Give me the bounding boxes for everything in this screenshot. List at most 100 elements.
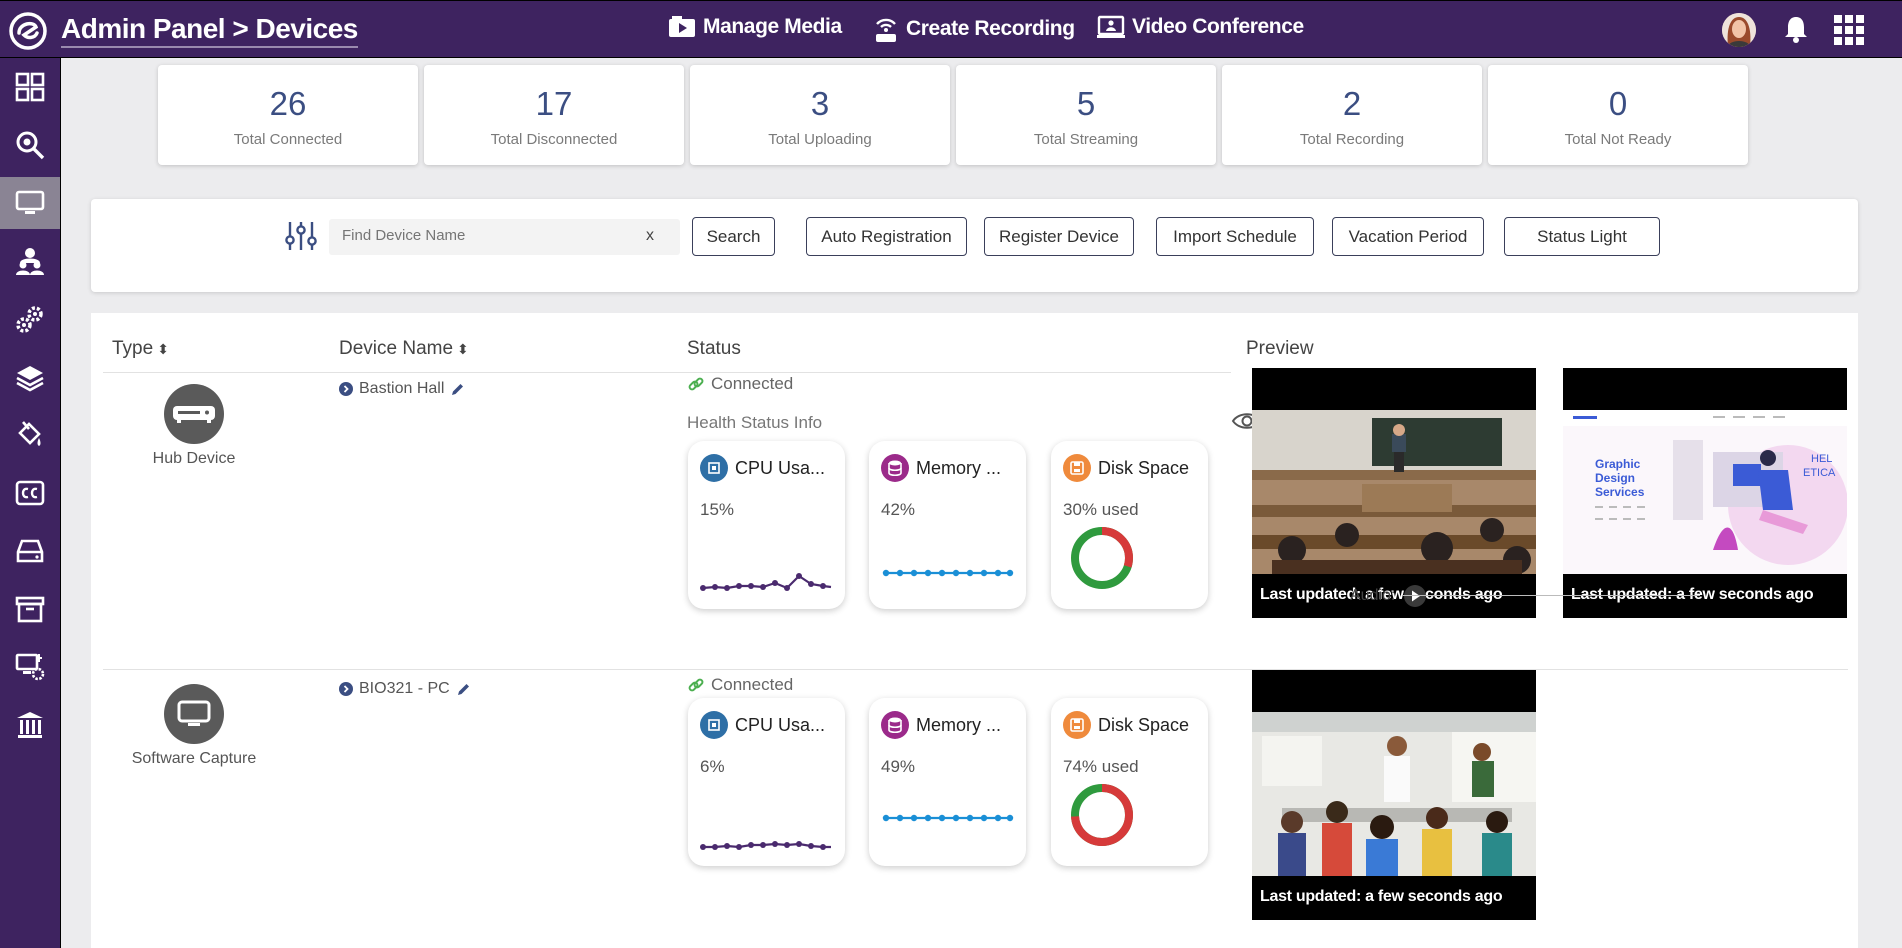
filter-sliders-icon[interactable]	[285, 221, 317, 251]
cpu-sparkline	[700, 573, 832, 591]
media-icon	[669, 16, 695, 37]
column-header-type[interactable]: Type ⬍	[112, 338, 169, 360]
stat-label: Total Disconnected	[490, 131, 618, 148]
video-conference-link[interactable]: Video Conference	[1097, 15, 1304, 39]
device-name-link[interactable]: Bastion Hall	[339, 380, 465, 398]
disk-space-card[interactable]: Disk Space 30% used	[1051, 441, 1208, 609]
card-title: Disk Space	[1098, 457, 1190, 478]
status-light-button[interactable]: Status Light	[1504, 217, 1660, 256]
stat-label: Total Connected	[233, 131, 343, 148]
create-recording-link[interactable]: Create Recording	[873, 15, 1075, 43]
search-input[interactable]	[342, 227, 642, 244]
card-title: Disk Space	[1098, 714, 1190, 735]
sidebar-item-archive[interactable]	[0, 583, 60, 635]
auto-registration-button[interactable]: Auto Registration	[806, 217, 967, 256]
conference-icon	[1097, 15, 1125, 38]
sidebar-item-theme[interactable]	[0, 409, 60, 461]
sidebar-item-storage[interactable]	[0, 525, 60, 577]
disk-value: 30% used	[1063, 500, 1139, 519]
header-divider	[103, 372, 1231, 373]
memory-value: 49%	[881, 757, 916, 776]
users-icon	[16, 248, 44, 275]
edit-pencil-icon[interactable]	[456, 682, 471, 697]
memory-usage-card[interactable]: Memory ... 49%	[869, 698, 1026, 866]
sidebar-item-locations[interactable]	[0, 699, 60, 751]
stat-total-streaming[interactable]: 5 Total Streaming	[956, 65, 1216, 165]
building-icon	[17, 712, 43, 738]
stat-value: 3	[810, 85, 830, 122]
card-title: Memory ...	[916, 714, 1002, 735]
page-title[interactable]: Admin Panel > Devices	[61, 13, 358, 48]
audio-progress-track[interactable]	[1403, 595, 1700, 596]
disk-space-card[interactable]: Disk Space 74% used	[1051, 698, 1208, 866]
sidebar-item-devices[interactable]	[0, 177, 60, 229]
stat-total-recording[interactable]: 2 Total Recording	[1222, 65, 1482, 165]
status-text: Connected	[711, 374, 794, 393]
preview-camera[interactable]: Last updated: a few seconds ago	[1252, 670, 1536, 920]
device-name-link[interactable]: BIO321 - PC	[339, 680, 471, 698]
search-icon	[16, 131, 45, 160]
cpu-usage-card[interactable]: CPU Usa... 6%	[688, 698, 845, 866]
sidebar-item-dashboard[interactable]	[0, 61, 60, 113]
search-box: x	[329, 219, 680, 255]
stat-total-not-ready[interactable]: 0 Total Not Ready	[1488, 65, 1748, 165]
memory-value: 42%	[881, 500, 916, 519]
sidebar-item-search[interactable]	[0, 119, 60, 171]
apps-grid-icon[interactable]	[1834, 15, 1864, 45]
device-type-label: Hub Device	[152, 450, 236, 467]
device-settings-icon	[15, 653, 45, 681]
preview-camera[interactable]: Last updated: a few seconds ago	[1252, 368, 1536, 618]
svg-text:Services: Services	[1595, 485, 1645, 499]
import-schedule-button[interactable]: Import Schedule	[1156, 217, 1314, 256]
sort-icon[interactable]: ⬍	[457, 341, 469, 357]
lecture-hall-image	[1252, 410, 1536, 574]
cpu-usage-card[interactable]: CPU Usa... 15%	[688, 441, 845, 609]
monitor-icon	[15, 190, 45, 214]
edit-pencil-icon[interactable]	[450, 382, 465, 397]
sidebar-item-layers[interactable]	[0, 351, 60, 403]
logo-icon[interactable]	[8, 11, 48, 51]
row-divider	[103, 669, 1848, 670]
stat-value: 2	[1342, 85, 1362, 122]
clear-search-button[interactable]: x	[646, 227, 654, 245]
vacation-period-button[interactable]: Vacation Period	[1332, 217, 1484, 256]
video-conference-label: Video Conference	[1132, 15, 1304, 38]
audio-player: Audio:	[1350, 584, 1427, 608]
column-header-device-name[interactable]: Device Name ⬍	[339, 338, 469, 360]
sidebar-item-users[interactable]	[0, 235, 60, 287]
stat-total-uploading[interactable]: 3 Total Uploading	[690, 65, 950, 165]
sidebar-item-device-settings[interactable]	[0, 641, 60, 693]
register-device-button[interactable]: Register Device	[984, 217, 1134, 256]
sidebar-item-captions[interactable]	[0, 467, 60, 519]
column-header-preview: Preview	[1246, 338, 1314, 359]
software-capture-icon	[164, 684, 224, 744]
stat-total-disconnected[interactable]: 17 Total Disconnected	[424, 65, 684, 165]
stat-label: Total Streaming	[1033, 131, 1139, 148]
disk-value: 74% used	[1063, 757, 1139, 776]
status-connected: Connected	[687, 374, 793, 394]
bell-icon[interactable]	[1782, 14, 1810, 44]
play-icon[interactable]	[1403, 584, 1427, 608]
memory-usage-card[interactable]: Memory ... 42%	[869, 441, 1026, 609]
closed-caption-icon	[15, 480, 45, 506]
disk-icon	[1063, 711, 1091, 739]
search-button[interactable]: Search	[692, 217, 775, 256]
stat-total-connected[interactable]: 26 Total Connected	[158, 65, 418, 165]
audio-label: Audio:	[1350, 587, 1396, 604]
cpu-value: 6%	[700, 757, 725, 776]
sidebar-item-settings[interactable]	[0, 293, 60, 345]
sort-icon[interactable]: ⬍	[157, 341, 169, 357]
stat-value: 26	[269, 85, 307, 122]
card-title: CPU Usa...	[735, 714, 826, 735]
manage-media-link[interactable]: Manage Media	[668, 15, 842, 39]
preview-screen[interactable]: HEL ETICA Graphic Design Services Last u…	[1563, 368, 1847, 618]
gears-icon	[16, 306, 43, 333]
svg-text:HEL: HEL	[1811, 453, 1832, 465]
main-content: 26 Total Connected 17 Total Disconnected…	[61, 58, 1902, 948]
avatar[interactable]	[1722, 13, 1756, 47]
stat-label: Total Uploading	[768, 131, 872, 148]
column-header-label: Type	[112, 338, 154, 359]
disk-icon	[1063, 454, 1091, 482]
disk-donut-chart	[1071, 527, 1133, 589]
device-toolbar: x Search Auto Registration Register Devi…	[91, 199, 1858, 292]
